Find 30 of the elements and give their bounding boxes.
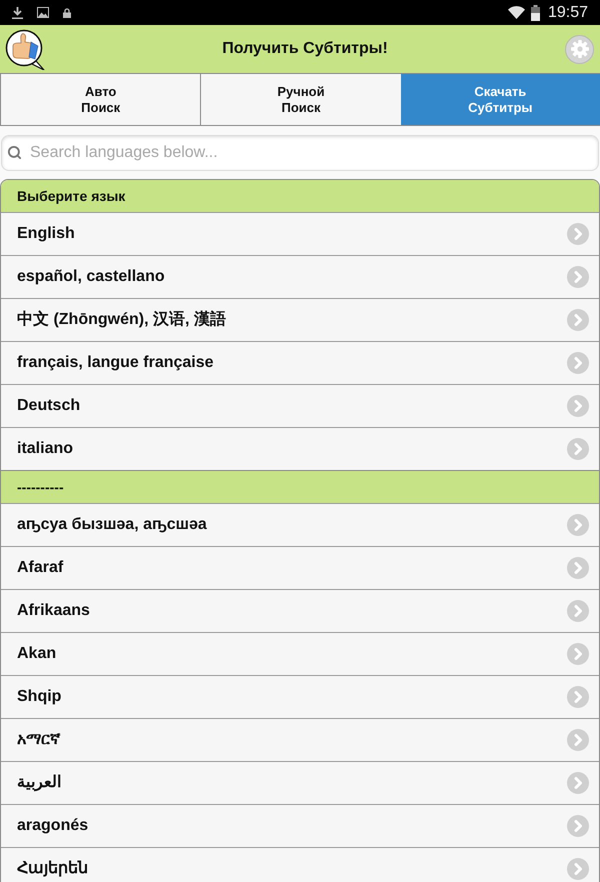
chevron-right-icon bbox=[567, 557, 589, 579]
settings-button[interactable] bbox=[565, 34, 594, 64]
chevron-right-icon bbox=[567, 438, 589, 460]
chevron-right-icon bbox=[567, 772, 589, 794]
chevron-right-icon bbox=[567, 729, 589, 751]
chevron-right-icon bbox=[567, 600, 589, 622]
chevron-right-icon bbox=[567, 266, 589, 288]
list-header: Выберите язык bbox=[1, 180, 599, 212]
search-icon bbox=[7, 145, 22, 160]
chevron-right-icon bbox=[567, 395, 589, 417]
lock-icon bbox=[63, 8, 71, 18]
download-icon bbox=[12, 6, 23, 18]
thumbs-up-bubble-icon bbox=[5, 28, 45, 70]
chevron-right-icon bbox=[567, 643, 589, 665]
chevron-right-icon bbox=[567, 514, 589, 536]
status-time: 19:57 bbox=[548, 4, 588, 22]
language-item[interactable]: Հայերեն bbox=[1, 847, 599, 882]
battery-icon bbox=[530, 4, 540, 20]
chevron-right-icon bbox=[567, 858, 589, 880]
tab[interactable]: Скачать Субтитры bbox=[400, 74, 600, 125]
image-icon bbox=[37, 7, 49, 18]
chevron-right-icon bbox=[567, 223, 589, 245]
app-title: Получить Субтитры! bbox=[221, 40, 389, 58]
chevron-right-icon bbox=[567, 815, 589, 837]
chevron-right-icon bbox=[567, 309, 589, 331]
chevron-right-icon bbox=[567, 352, 589, 374]
chevron-right-icon bbox=[567, 686, 589, 708]
settings-icon bbox=[570, 40, 588, 58]
search-field[interactable]: Search languages below... bbox=[1, 135, 599, 171]
wifi-icon bbox=[508, 6, 525, 19]
